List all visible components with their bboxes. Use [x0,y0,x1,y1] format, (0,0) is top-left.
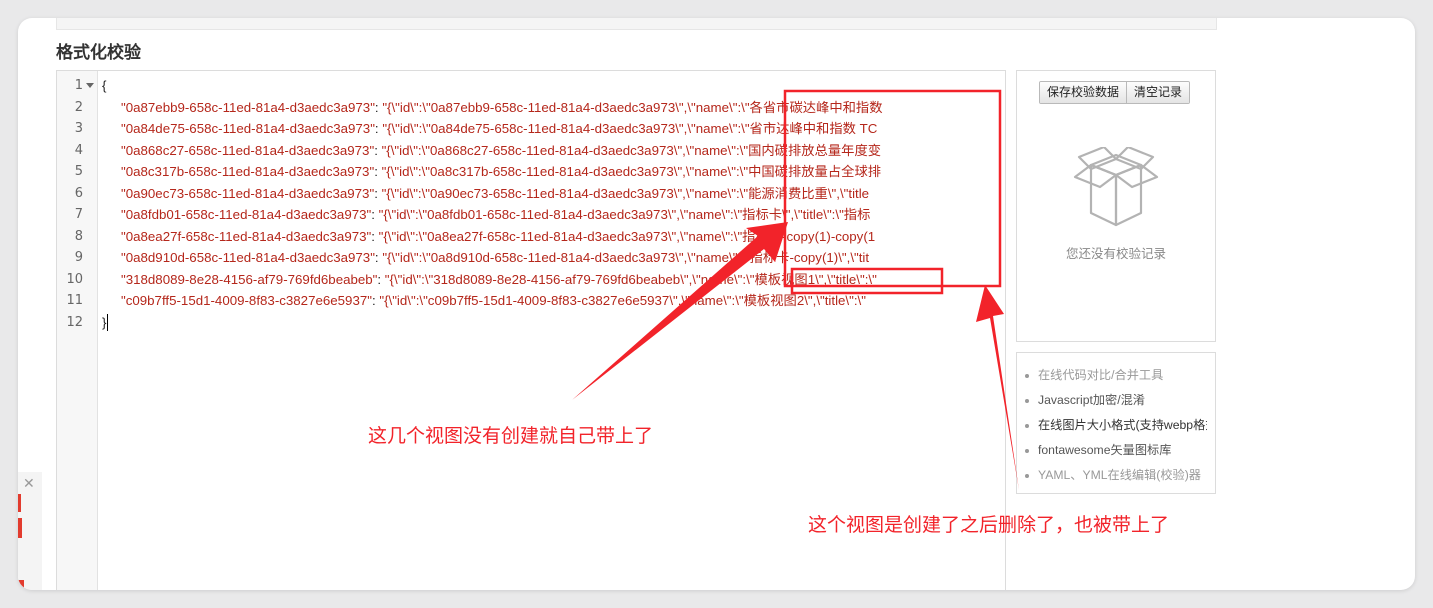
annotation-arrow [572,222,788,400]
highlight-rectangle [783,89,1002,288]
annotation-text: 这几个视图没有创建就自己带上了 [368,425,654,447]
highlight-rectangle [790,267,944,295]
annotation-text: 这个视图是创建了之后删除了，也被带上了 [808,514,1170,536]
annotation-overlay [572,89,1019,490]
annotation-arrow [976,285,1019,490]
